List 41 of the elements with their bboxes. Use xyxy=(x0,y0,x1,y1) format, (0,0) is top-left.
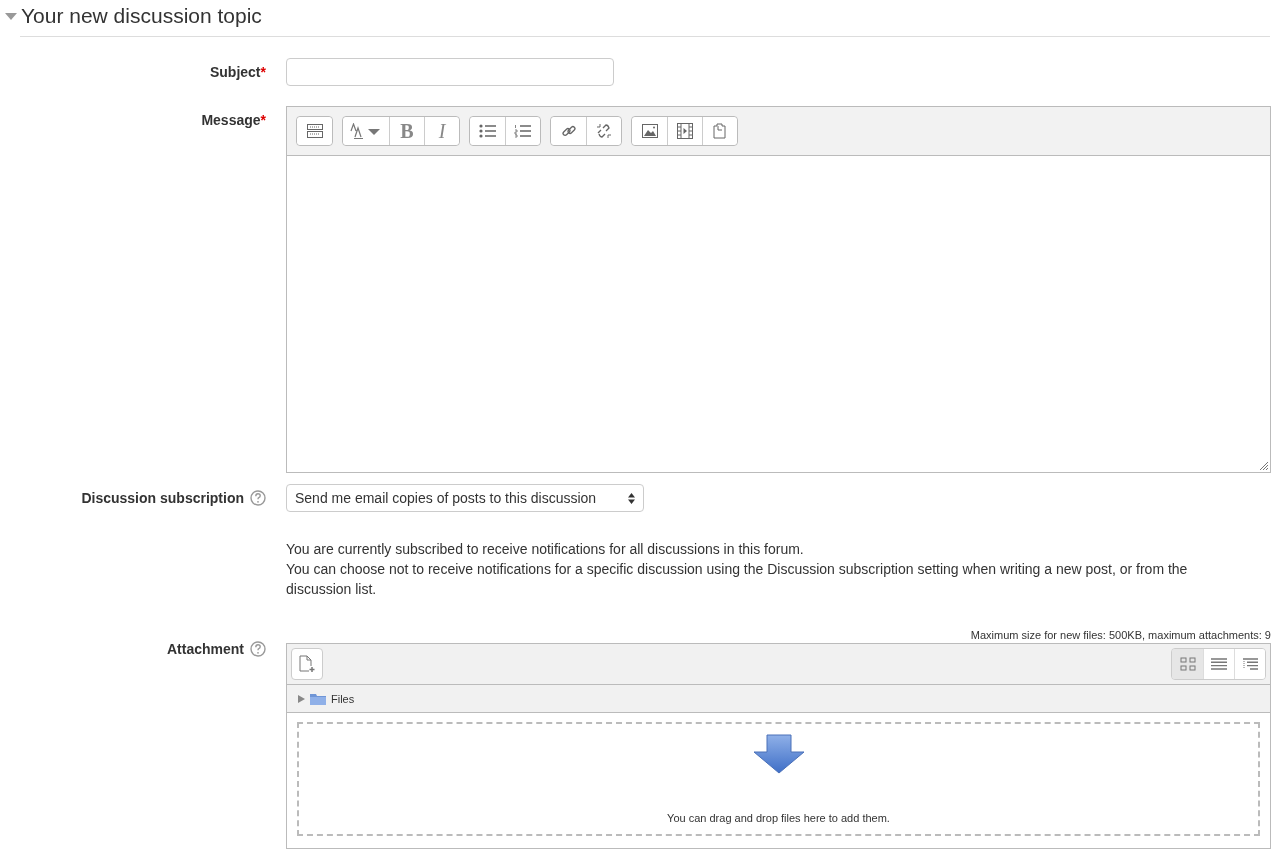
view-mode-button[interactable] xyxy=(1234,649,1265,679)
expand-arrow-icon[interactable] xyxy=(298,694,305,703)
bullet-list-icon xyxy=(478,124,497,138)
field-label: Message* xyxy=(201,112,266,128)
subject-field[interactable] xyxy=(286,58,614,86)
numbered-list-icon xyxy=(514,124,532,138)
field-label: Subject* xyxy=(209,64,266,80)
file-limits-text: Maximum size for new files: 500KB, maximum attachments: 9 xyxy=(970,629,1271,641)
folder-name[interactable]: Files xyxy=(331,692,355,705)
clipboard-icon xyxy=(713,123,727,139)
toolbar-button[interactable] xyxy=(586,117,621,145)
dropdown-arrows-icon xyxy=(628,492,635,504)
broken-link-icon xyxy=(596,123,612,139)
help-icon[interactable] xyxy=(250,641,266,657)
drop-hint: You can drag and drop files here to add them. xyxy=(667,812,890,824)
section-heading: Your new discussion topic xyxy=(21,4,262,28)
add-file-icon xyxy=(299,655,315,673)
link-icon xyxy=(560,123,577,139)
field-label: Attachment xyxy=(167,641,244,657)
folder-icon xyxy=(310,692,326,705)
image-icon xyxy=(641,124,658,138)
font-size-icon xyxy=(349,123,383,139)
drop-zone[interactable]: You can drag and drop files here to add them. xyxy=(297,722,1260,836)
help-text: You can choose not to receive notifications for a specific discussion using the Discussion subscription setting when writing a new post, or from the discussion list. xyxy=(286,560,1189,599)
film-icon xyxy=(677,123,693,139)
format-button[interactable]: I xyxy=(424,117,459,145)
grid-icon xyxy=(1179,657,1196,671)
resize-grip-icon[interactable] xyxy=(1260,462,1268,470)
toolbar-button[interactable] xyxy=(297,117,332,145)
add-file-button[interactable] xyxy=(291,648,323,680)
help-icon[interactable] xyxy=(250,490,266,506)
view-mode-button[interactable] xyxy=(1203,649,1234,679)
help-text: You are currently subscribed to receive notifications for all discussions in this forum. xyxy=(286,540,805,559)
subscription-dropdown[interactable]: Send me email copies of posts to this discussion xyxy=(286,484,644,512)
list-icon xyxy=(1211,658,1227,670)
toolbar-button[interactable] xyxy=(505,117,540,145)
keyboard-icon xyxy=(306,124,323,138)
field-label: Discussion subscription xyxy=(81,490,244,506)
collapse-caret-icon[interactable] xyxy=(5,12,17,20)
down-arrow-icon xyxy=(752,734,805,774)
tree-list-icon xyxy=(1242,658,1258,670)
